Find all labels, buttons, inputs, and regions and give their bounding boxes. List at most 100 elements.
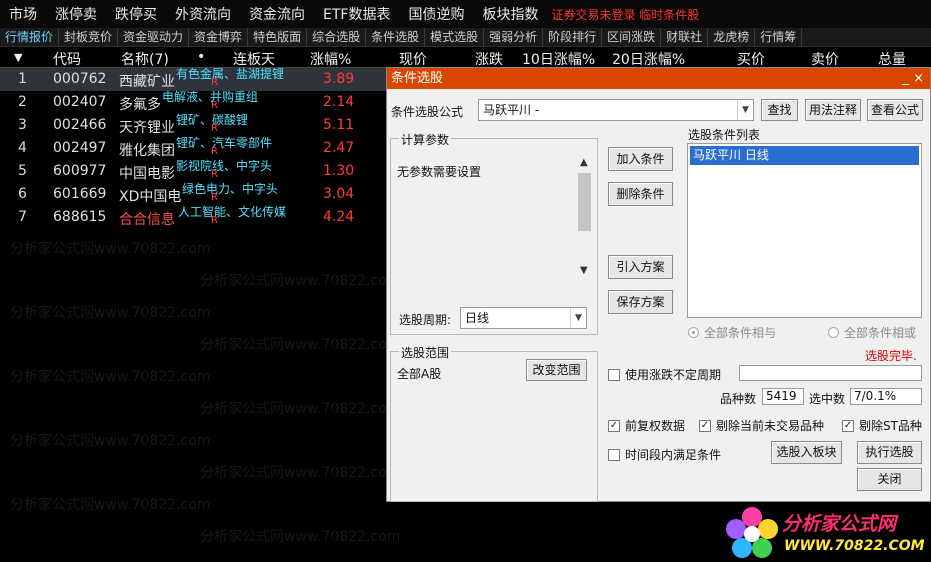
row-number: 7 <box>18 209 27 225</box>
radio-or[interactable]: 全部条件相或 <box>828 324 916 341</box>
formula-label: 条件选股公式 <box>391 105 464 119</box>
formula-value: 马跃平川 - <box>483 103 540 117</box>
count-value: 5419 <box>762 388 804 405</box>
radio-and[interactable]: 全部条件相与 <box>688 324 776 341</box>
r-marker: R <box>211 100 218 111</box>
save-plan-button[interactable]: 保存方案 <box>608 290 673 314</box>
r-marker: R <box>211 192 218 203</box>
col-pct20[interactable]: 20日涨幅% <box>612 49 685 69</box>
tab-feature-layout[interactable]: 特色版面 <box>248 27 308 47</box>
checkbox-box[interactable] <box>608 448 620 461</box>
period-select[interactable]: 日线 ▼ <box>460 307 587 329</box>
dialog-title: 条件选股 <box>391 71 444 86</box>
tab-capital-game[interactable]: 资金博弈 <box>189 27 249 47</box>
use-variable-period-checkbox[interactable]: 使用涨跌不定周期 <box>608 366 721 383</box>
view-formula-button[interactable]: 查看公式 <box>867 99 923 121</box>
import-plan-button[interactable]: 引入方案 <box>608 255 673 279</box>
col-buy[interactable]: 买价 <box>737 49 765 69</box>
chevron-down-icon[interactable]: ▼ <box>570 308 586 328</box>
formula-select[interactable]: 马跃平川 - ▼ <box>478 99 754 121</box>
change-scope-button[interactable]: 改变范围 <box>526 359 587 381</box>
radio-and-dot[interactable] <box>688 327 699 338</box>
menu-item-repo[interactable]: 国债逆购 <box>399 4 473 24</box>
radio-or-dot[interactable] <box>828 327 839 338</box>
col-change[interactable]: 涨跌 <box>475 49 503 69</box>
chevron-down-icon[interactable]: ▼ <box>580 265 588 276</box>
time-range-checkbox[interactable]: 时间段内满足条件 <box>608 446 721 463</box>
checkbox-box[interactable] <box>608 368 620 381</box>
tab-cls[interactable]: 财联社 <box>661 27 709 47</box>
execute-select-button[interactable]: 执行选股 <box>857 441 922 464</box>
r-marker: R <box>211 146 218 157</box>
variable-period-input[interactable] <box>739 365 922 381</box>
status-text: 选股完毕. <box>865 349 917 363</box>
params-scrollbar[interactable]: ▲ ▼ <box>577 157 593 279</box>
tab-quotes-more[interactable]: 行情筹 <box>755 27 803 47</box>
stock-name: XD中国电 <box>119 189 182 205</box>
exclude-not-traded-checkbox[interactable]: ✓ 剔除当前未交易品种 <box>699 417 824 434</box>
forward-adjust-checkbox[interactable]: ✓ 前复权数据 <box>608 417 685 434</box>
selected-value: 7/0.1% <box>850 388 922 405</box>
col-pct-change[interactable]: 涨幅% <box>310 49 351 69</box>
col-sell[interactable]: 卖价 <box>811 49 839 69</box>
find-button[interactable]: 查找 <box>761 99 798 121</box>
menu-item-limit-up-sell[interactable]: 涨停卖 <box>46 4 106 24</box>
menu-item-etf-table[interactable]: ETF数据表 <box>314 4 399 24</box>
tab-range-change[interactable]: 区间涨跌 <box>602 27 662 47</box>
col-price[interactable]: 现价 <box>399 49 427 69</box>
row-number: 1 <box>18 71 27 87</box>
pct-change: 2.47 <box>323 140 355 156</box>
tab-condition-select[interactable]: 条件选股 <box>366 27 426 47</box>
exclude-st-checkbox[interactable]: ✓ 剔除ST品种 <box>842 417 922 434</box>
checkbox-box[interactable]: ✓ <box>842 419 854 432</box>
tab-pattern-select[interactable]: 模式选股 <box>425 27 485 47</box>
login-warning[interactable]: 证券交易未登录 临时条件股 <box>547 6 703 23</box>
chevron-down-icon[interactable]: ▼ <box>737 100 753 120</box>
row-number: 4 <box>18 140 27 156</box>
menu-item-foreign-flow[interactable]: 外资流向 <box>166 4 240 24</box>
tab-stage-ranking[interactable]: 阶段排行 <box>543 27 603 47</box>
list-item[interactable]: 马跃平川 日线 <box>690 146 919 165</box>
tab-dragon-tiger[interactable]: 龙虎榜 <box>708 27 756 47</box>
tab-strength-analysis[interactable]: 强弱分析 <box>484 27 544 47</box>
close-button[interactable]: 关闭 <box>857 468 922 491</box>
menu-item-capital-flow[interactable]: 资金流向 <box>240 4 314 24</box>
dialog-titlebar[interactable]: 条件选股 _ × <box>387 68 930 89</box>
r-marker: R <box>211 123 218 134</box>
menu-item-limit-down-buy[interactable]: 跌停买 <box>106 4 166 24</box>
pct-change: 3.04 <box>323 186 355 202</box>
conditions-list[interactable]: 马跃平川 日线 <box>687 143 922 318</box>
col-name[interactable]: 名称(7) <box>121 49 169 69</box>
menu-item-sector-index[interactable]: 板块指数 <box>473 4 547 24</box>
conditions-list-label: 选股条件列表 <box>688 128 761 142</box>
radio-and-label: 全部条件相与 <box>704 326 777 340</box>
concept-tag: 绿色电力、中字头 <box>182 182 279 196</box>
delete-condition-button[interactable]: 删除条件 <box>608 182 673 206</box>
stock-code: 000762 <box>53 71 107 87</box>
col-dot[interactable]: • <box>197 49 205 65</box>
radio-or-label: 全部条件相或 <box>844 326 917 340</box>
scroll-thumb[interactable] <box>578 173 591 231</box>
checkbox-box[interactable]: ✓ <box>699 419 711 432</box>
tab-quotes[interactable]: 行情报价 <box>0 27 60 47</box>
col-code[interactable]: 代码 <box>53 49 81 69</box>
flower-logo-icon <box>726 507 778 558</box>
tab-composite-select[interactable]: 综合选股 <box>307 27 367 47</box>
add-condition-button[interactable]: 加入条件 <box>608 147 673 171</box>
select-to-board-button[interactable]: 选股入板块 <box>771 441 842 464</box>
menu-item-market[interactable]: 市场 <box>0 4 46 24</box>
scope-group: 选股范围 全部A股 改变范围 <box>390 344 598 502</box>
pct-change: 4.24 <box>323 209 355 225</box>
checkbox-box[interactable]: ✓ <box>608 419 620 432</box>
tab-capital-drive[interactable]: 资金驱动力 <box>118 27 190 47</box>
watermark-text: 分析家公式网www.70822.com <box>10 305 211 321</box>
r-marker: R <box>211 169 218 180</box>
col-total[interactable]: 总量 <box>878 49 906 69</box>
chevron-up-icon[interactable]: ▲ <box>580 157 588 168</box>
usage-notes-button[interactable]: 用法注释 <box>805 99 861 121</box>
tab-sealed-bid[interactable]: 封板竞价 <box>59 27 119 47</box>
col-pct10[interactable]: 10日涨幅% <box>522 49 595 69</box>
pct-change: 3.89 <box>323 71 355 87</box>
window-controls[interactable]: _ × <box>902 68 924 89</box>
sort-icon[interactable]: ▼ <box>14 51 22 64</box>
